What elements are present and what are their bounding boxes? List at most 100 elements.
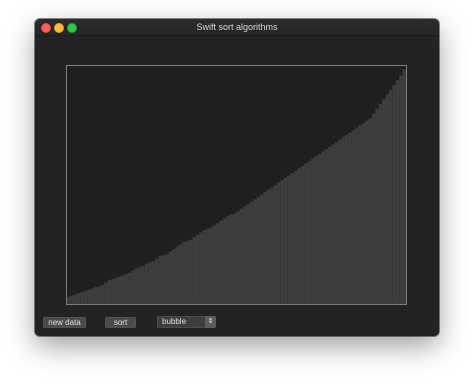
- bar: [110, 278, 115, 304]
- bar-chart-area: [66, 65, 407, 305]
- bar: [121, 275, 125, 304]
- bar: [324, 149, 329, 304]
- bar: [70, 295, 74, 304]
- bar: [138, 266, 142, 304]
- bar: [392, 84, 397, 304]
- bar: [375, 108, 380, 304]
- bar: [100, 284, 105, 304]
- bar: [341, 137, 346, 304]
- bar: [232, 213, 237, 304]
- bar: [171, 249, 176, 304]
- bar: [107, 280, 112, 304]
- bar: [266, 189, 271, 304]
- bar: [368, 118, 373, 304]
- window-content: new data sort bubble ⇕: [35, 36, 439, 336]
- bar: [256, 196, 261, 304]
- bar: [229, 214, 234, 304]
- bar: [104, 282, 108, 304]
- bar: [246, 203, 251, 304]
- bar: [219, 220, 224, 304]
- bar: [185, 240, 190, 304]
- bar: [117, 276, 122, 304]
- bar: [131, 270, 136, 304]
- bar: [77, 293, 81, 304]
- algorithm-select[interactable]: bubble ⇕: [157, 316, 216, 328]
- bar: [263, 191, 268, 304]
- bar: [361, 122, 366, 304]
- new-data-button[interactable]: new data: [43, 317, 86, 328]
- select-stepper-icon: ⇕: [205, 316, 216, 328]
- bar: [192, 237, 197, 304]
- bar: [348, 132, 352, 304]
- bar: [151, 261, 156, 304]
- bar: [239, 208, 244, 304]
- bar: [260, 194, 264, 304]
- bar: [144, 263, 149, 304]
- bar: [290, 172, 295, 304]
- bar: [307, 161, 312, 304]
- bar: [314, 156, 319, 304]
- bar: [141, 265, 146, 304]
- bar: [209, 227, 213, 304]
- bar: [358, 125, 363, 304]
- bar: [168, 251, 173, 304]
- bar: [321, 151, 325, 304]
- bar-chart: [67, 69, 406, 304]
- bar: [199, 232, 203, 304]
- bar: [243, 206, 247, 304]
- bar: [395, 80, 400, 304]
- bar: [277, 182, 281, 304]
- sort-button[interactable]: sort: [105, 317, 136, 328]
- bar: [124, 274, 129, 304]
- bar: [280, 180, 285, 304]
- bar: [212, 225, 217, 304]
- bar: [161, 255, 166, 304]
- bar: [300, 165, 305, 304]
- algorithm-select-value: bubble: [162, 317, 187, 326]
- bar: [202, 230, 207, 304]
- bar: [371, 113, 376, 304]
- bar: [304, 163, 308, 304]
- bar: [270, 187, 274, 304]
- bar: [382, 99, 386, 304]
- bar: [327, 146, 332, 304]
- bar: [67, 296, 71, 304]
- bar: [93, 287, 98, 304]
- bar: [287, 175, 291, 304]
- bar: [148, 262, 152, 304]
- bar: [354, 127, 359, 304]
- bar: [97, 285, 102, 304]
- bar: [175, 246, 180, 304]
- bar: [205, 228, 210, 304]
- bar: [273, 184, 278, 304]
- bar: [385, 94, 390, 304]
- bar: [334, 142, 339, 304]
- bar: [399, 75, 403, 304]
- bar: [83, 290, 88, 304]
- bar: [297, 168, 302, 304]
- bar: [344, 134, 349, 304]
- bar: [310, 158, 315, 304]
- bar: [338, 139, 342, 304]
- title-bar[interactable]: Swift sort algorithms: [35, 19, 439, 36]
- bar: [90, 288, 95, 304]
- bar: [182, 241, 186, 304]
- bar: [331, 144, 336, 304]
- bar: [236, 211, 241, 304]
- bar: [249, 201, 254, 304]
- bar: [127, 272, 132, 304]
- bar: [378, 103, 383, 304]
- bar: [134, 268, 139, 304]
- bar: [188, 239, 193, 304]
- bar: [317, 153, 322, 304]
- bar: [226, 215, 230, 304]
- bar: [216, 222, 220, 304]
- bar: [80, 291, 85, 304]
- bar: [195, 234, 200, 304]
- bar: [283, 177, 288, 304]
- bar: [165, 253, 169, 304]
- bar: [154, 258, 159, 304]
- bar: [87, 289, 91, 304]
- bar: [253, 199, 258, 304]
- bar: [293, 170, 298, 304]
